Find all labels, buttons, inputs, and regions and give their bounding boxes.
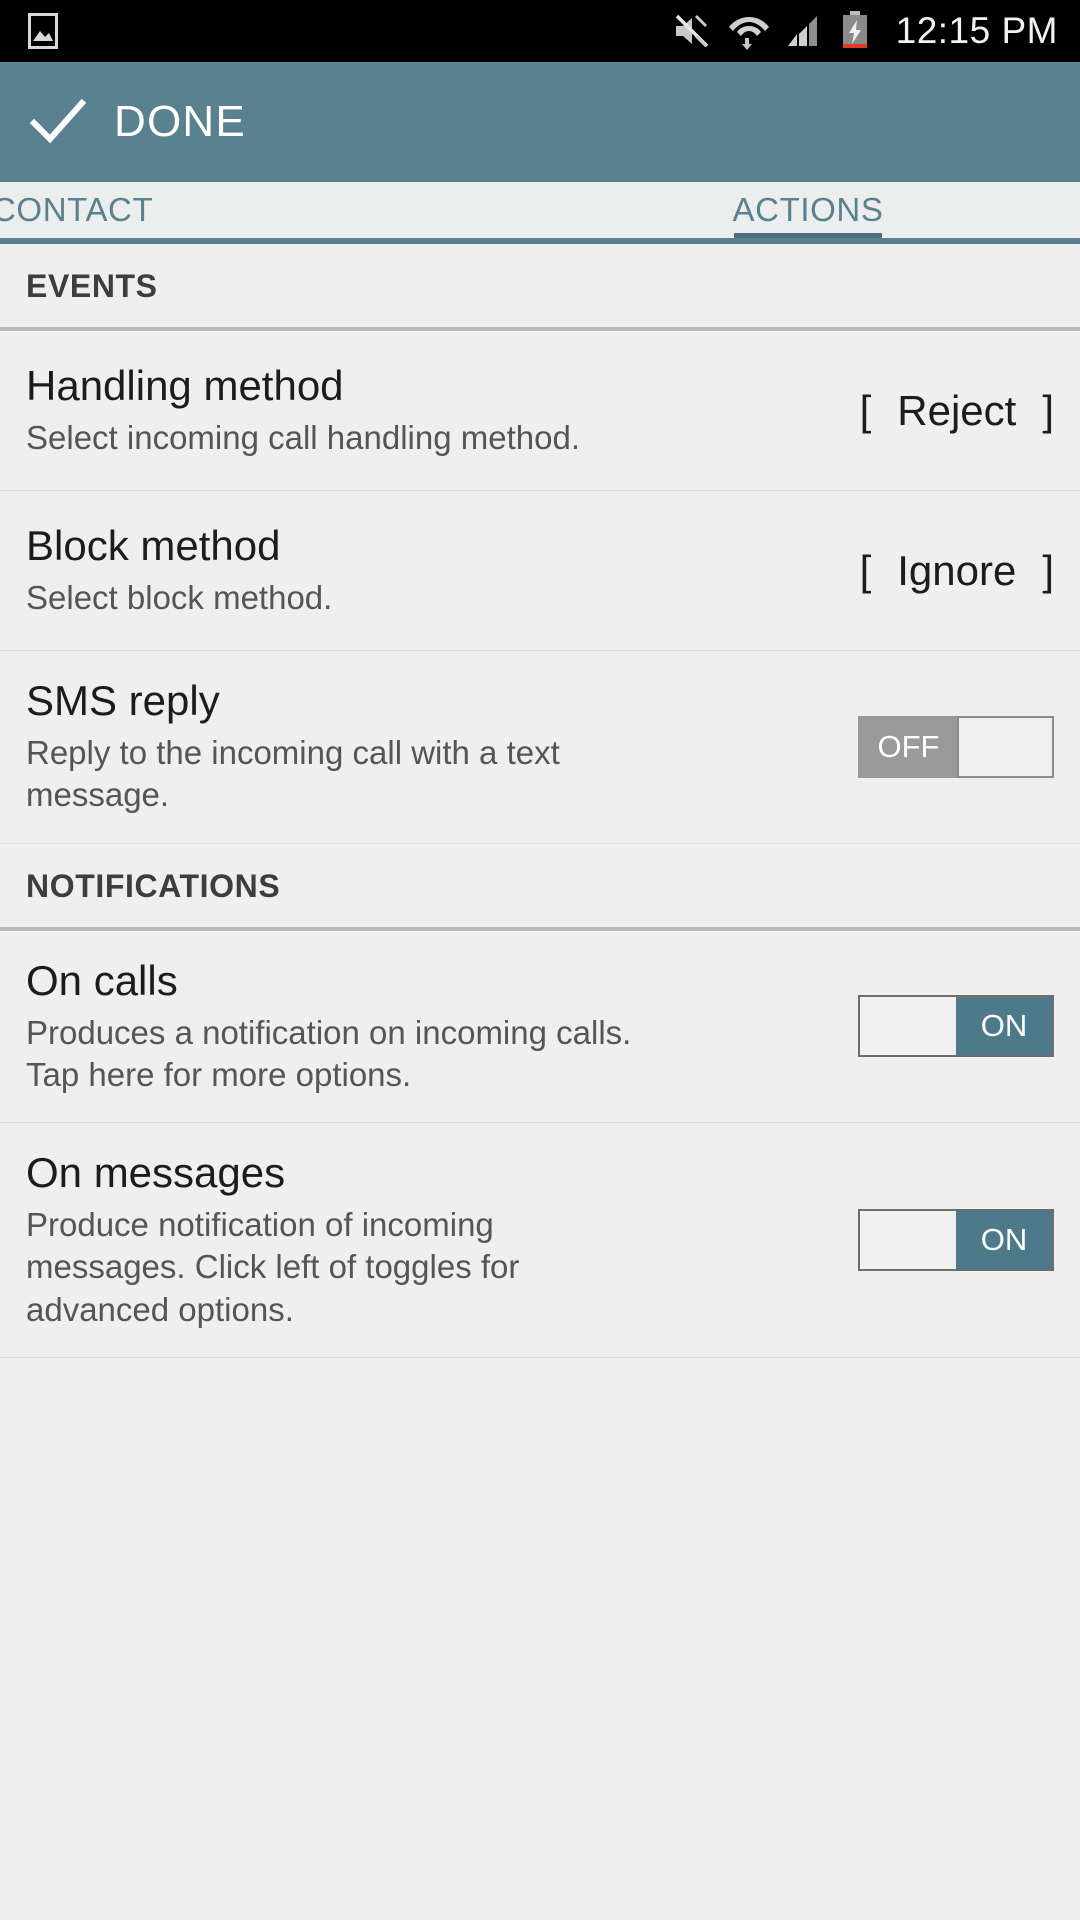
bracket-open: [ xyxy=(859,386,872,434)
row-on-messages-title: On messages xyxy=(26,1149,286,1196)
row-block-method[interactable]: Block method Select block method. [ Igno… xyxy=(0,491,1080,651)
row-handling-method[interactable]: Handling method Select incoming call han… xyxy=(0,331,1080,491)
battery-charging-icon xyxy=(840,11,870,51)
status-bar-clock: 12:15 PM xyxy=(895,10,1058,51)
row-block-method-subtitle: Select block method. xyxy=(26,578,333,616)
row-on-messages-text: On messages Produce notification of inco… xyxy=(26,1123,754,1357)
tab-actions[interactable]: ACTIONS xyxy=(536,182,1080,238)
image-icon xyxy=(28,13,58,49)
row-sms-reply-title: SMS reply xyxy=(26,677,220,724)
section-header-notifications: NOTIFICATIONS xyxy=(0,844,1080,931)
bracket-close: ] xyxy=(1042,386,1054,434)
status-bar-system-icons: 12:15 PM xyxy=(672,10,1058,52)
status-bar-notifications xyxy=(28,13,58,49)
mute-icon xyxy=(672,13,712,49)
block-method-value: Ignore xyxy=(897,546,1017,594)
settings-list: EVENTS Handling method Select incoming c… xyxy=(0,244,1080,1920)
row-block-method-widget[interactable]: [ Ignore ] xyxy=(754,547,1054,595)
on-calls-toggle[interactable]: ON xyxy=(858,995,1054,1058)
row-on-calls-subtitle: Produces a notification on incoming call… xyxy=(26,1013,632,1093)
on-messages-toggle[interactable]: ON xyxy=(858,1208,1054,1271)
row-block-method-title: Block method xyxy=(26,521,281,569)
row-on-calls-widget[interactable]: ON xyxy=(754,995,1054,1058)
section-header-events-label: EVENTS xyxy=(26,268,158,304)
sms-reply-toggle-label: OFF xyxy=(860,717,957,776)
row-sms-reply[interactable]: SMS reply Reply to the incoming call wit… xyxy=(0,651,1080,844)
sms-reply-toggle[interactable]: OFF xyxy=(858,715,1054,778)
status-bar: 12:15 PM xyxy=(0,0,1080,62)
phone-screen: 12:15 PM DONE CONTACT ACTIONS EVENTS Han… xyxy=(0,0,1080,1920)
handling-method-value: Reject xyxy=(897,386,1017,434)
block-method-value-selector[interactable]: [ Ignore ] xyxy=(860,547,1054,595)
on-messages-toggle-label: ON xyxy=(956,1210,1052,1269)
section-header-notifications-label: NOTIFICATIONS xyxy=(26,867,281,904)
tab-selected-indicator xyxy=(734,233,882,238)
tab-contact-label: CONTACT xyxy=(0,191,154,228)
action-bar: DONE xyxy=(0,62,1080,182)
tab-bar: CONTACT ACTIONS xyxy=(0,182,1080,244)
row-handling-method-title: Handling method xyxy=(26,361,344,409)
on-calls-toggle-label: ON xyxy=(956,997,1052,1056)
row-on-messages[interactable]: On messages Produce notification of inco… xyxy=(0,1123,1080,1358)
wifi-icon xyxy=(728,11,770,51)
row-on-calls[interactable]: On calls Produces a notification on inco… xyxy=(0,931,1080,1123)
row-sms-reply-subtitle: Reply to the incoming call with a text m… xyxy=(26,734,560,814)
row-handling-method-text: Handling method Select incoming call han… xyxy=(26,336,754,485)
done-button-label[interactable]: DONE xyxy=(114,97,246,147)
row-sms-reply-widget[interactable]: OFF xyxy=(754,715,1054,778)
on-messages-toggle-track xyxy=(860,1210,956,1269)
tab-contact[interactable]: CONTACT xyxy=(0,182,536,238)
row-handling-method-subtitle: Select incoming call handling method. xyxy=(26,418,580,456)
row-sms-reply-text: SMS reply Reply to the incoming call wit… xyxy=(26,651,754,843)
row-on-messages-widget[interactable]: ON xyxy=(754,1208,1054,1271)
row-on-calls-text: On calls Produces a notification on inco… xyxy=(26,931,754,1123)
row-on-messages-subtitle: Produce notification of incoming message… xyxy=(26,1206,520,1328)
tab-actions-label: ACTIONS xyxy=(732,191,884,228)
on-calls-toggle-track xyxy=(860,997,956,1056)
row-on-calls-title: On calls xyxy=(26,956,178,1004)
bracket-open: [ xyxy=(859,546,872,594)
section-header-events: EVENTS xyxy=(0,244,1080,331)
row-handling-method-widget[interactable]: [ Reject ] xyxy=(754,387,1054,435)
bracket-close: ] xyxy=(1042,546,1054,594)
handling-method-value-selector[interactable]: [ Reject ] xyxy=(860,387,1054,435)
sms-reply-toggle-track xyxy=(957,715,1054,778)
check-icon[interactable] xyxy=(26,91,88,153)
row-block-method-text: Block method Select block method. xyxy=(26,496,754,645)
signal-icon xyxy=(786,12,824,50)
